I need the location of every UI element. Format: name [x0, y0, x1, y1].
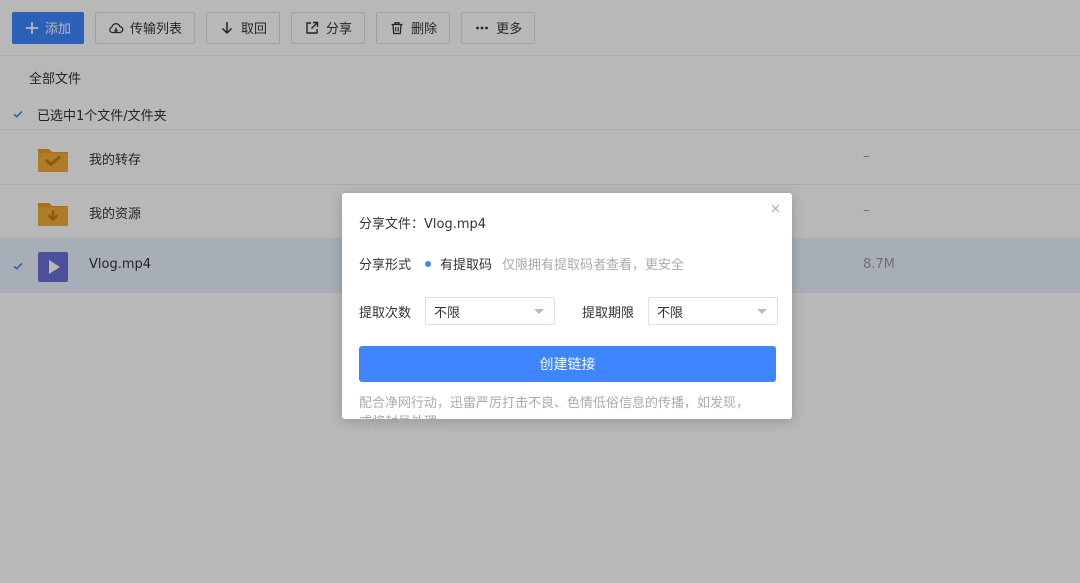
extraction-code-radio[interactable]: [425, 260, 432, 267]
extraction-period-value: 不限: [657, 305, 684, 321]
policy-notice: 配合净网行动，迅雷严厉打击不良、色情低俗信息的传播，如发现， 或将封号处理。: [359, 394, 776, 433]
share-form-label: 分享形式: [359, 258, 412, 273]
extraction-count-label: 提取次数: [359, 305, 412, 321]
extraction-period-label: 提取期限: [582, 305, 635, 321]
extraction-code-option[interactable]: 有提取码: [440, 254, 492, 273]
extraction-settings-row: 提取次数 不限 提取期限 不限: [359, 297, 779, 325]
share-form-row: 分享形式 有提取码 仅限拥有提取码者查看，更安全: [359, 254, 684, 273]
share-file-title: 分享文件：Vlog.mp4: [359, 213, 486, 232]
extraction-count-value: 不限: [434, 305, 461, 321]
chevron-down-icon: [534, 308, 545, 314]
policy-notice-line2: 或将封号处理。: [359, 415, 451, 430]
extraction-code-hint: 仅限拥有提取码者查看，更安全: [502, 258, 685, 273]
extraction-count-select[interactable]: 不限: [425, 297, 556, 325]
share-file-label: 分享文件：: [359, 217, 425, 232]
create-link-button[interactable]: 创建链接: [359, 346, 776, 382]
share-dialog: 分享文件：Vlog.mp4 分享形式 有提取码 仅限拥有提取码者查看，更安全 提…: [342, 193, 792, 430]
chevron-down-icon: [757, 308, 768, 314]
share-file-name: Vlog.mp4: [424, 217, 487, 232]
close-icon[interactable]: [768, 201, 782, 215]
policy-notice-line1: 配合净网行动，迅雷严厉打击不良、色情低俗信息的传播，如发现，: [359, 396, 750, 411]
extraction-period-select[interactable]: 不限: [648, 297, 779, 325]
